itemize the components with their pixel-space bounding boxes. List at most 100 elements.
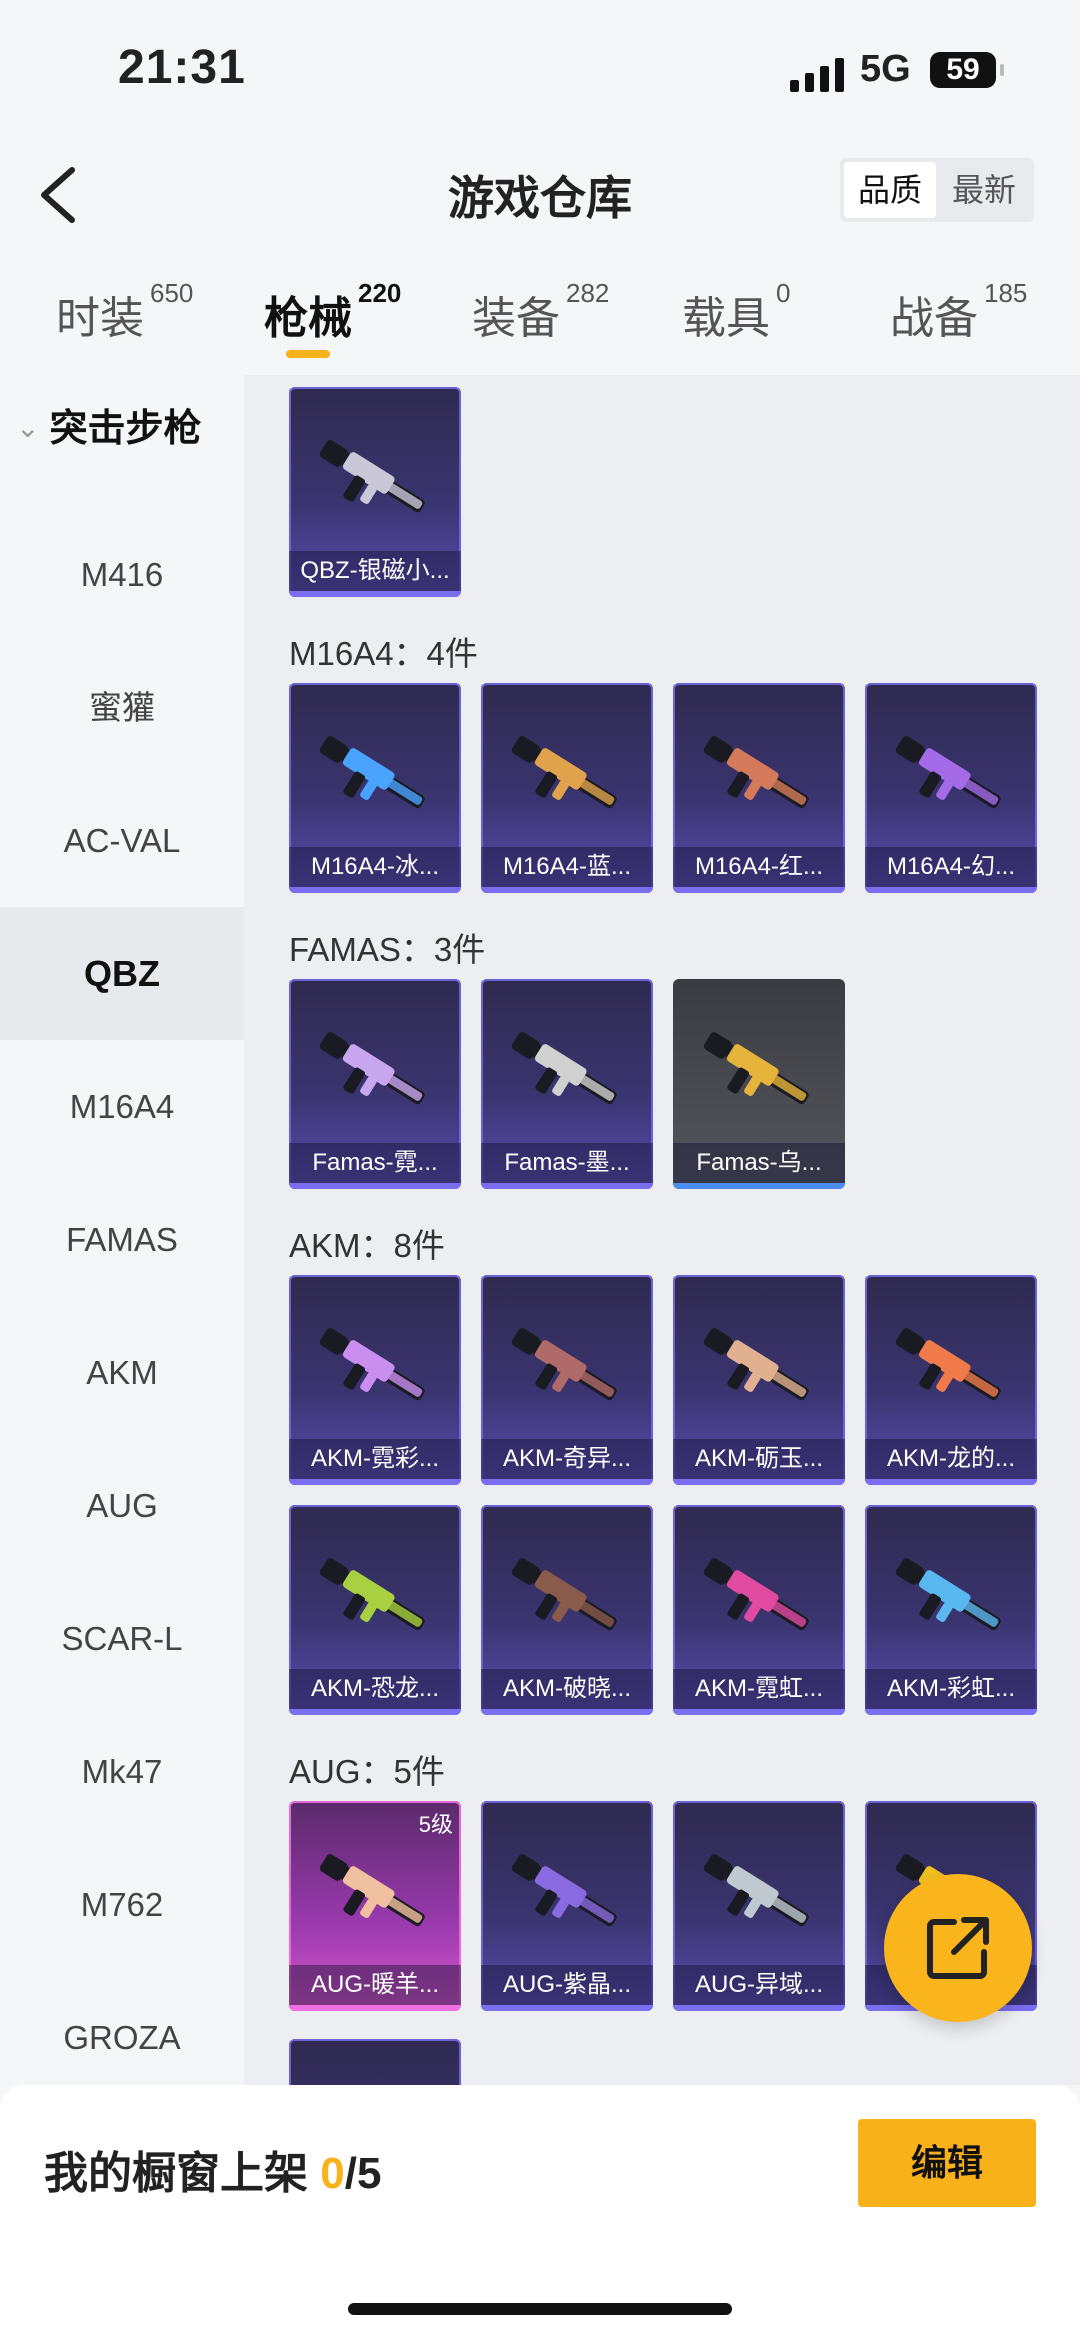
tab-label: 时装 (56, 294, 144, 343)
skin-card[interactable]: AKM-砺玉... (673, 1275, 845, 1485)
skin-card[interactable]: AUG-异域... (673, 1801, 845, 2011)
sidebar-item-honey-badger[interactable]: 蜜獾 (0, 641, 244, 774)
rifle-icon (319, 1032, 425, 1105)
rifle-icon (703, 1328, 809, 1401)
signal-icon (790, 58, 844, 92)
tab-count: 650 (150, 278, 194, 308)
skin-card[interactable]: AKM-霓彩... (289, 1275, 461, 1485)
skin-card[interactable]: M16A4-冰... (289, 683, 461, 893)
skin-card[interactable]: M16A4-蓝... (481, 683, 653, 893)
level-badge: 5级 (418, 1812, 453, 1837)
skin-card[interactable]: AKM-奇异... (481, 1275, 653, 1485)
rifle-icon (703, 736, 809, 809)
sidebar-item-akm[interactable]: AKM (0, 1306, 244, 1439)
skin-card[interactable]: Famas-墨... (481, 979, 653, 1189)
skin-card[interactable]: QBZ-银磁小... (289, 387, 461, 597)
tab-count: 185 (984, 278, 1028, 308)
showcase-label: 我的橱窗上架 (44, 2149, 308, 2198)
skin-card[interactable]: M16A4-幻... (865, 683, 1037, 893)
skin-name: AKM-破晓... (481, 1669, 653, 1709)
skin-card[interactable]: AUG-紫晶... (481, 1801, 653, 2011)
skin-card[interactable]: AKM-龙的... (865, 1275, 1037, 1485)
sidebar-category-header[interactable]: ⌄ 突击步枪 (16, 397, 201, 452)
skin-name: AKM-彩虹... (865, 1669, 1037, 1709)
skin-card[interactable]: Famas-乌... (673, 979, 845, 1189)
skin-name: AKM-霓虹... (673, 1669, 845, 1709)
sidebar-item-ac-val[interactable]: AC-VAL (0, 774, 244, 907)
skin-card[interactable] (289, 2039, 461, 2085)
group-title: AUG：5件 (289, 1753, 445, 1790)
showcase-current-count: 0 (320, 2149, 345, 2198)
group-title: AKM：8件 (289, 1227, 445, 1264)
category-tabs: 时装650 枪械220 装备282 载具0 战备185 (0, 270, 1080, 370)
skin-name: Famas-乌... (673, 1143, 845, 1183)
sort-newest-button[interactable]: 最新 (938, 162, 1030, 218)
showcase-status: 我的橱窗上架 0/5 (44, 2137, 381, 2201)
rifle-icon (511, 736, 617, 809)
tab-count: 282 (566, 278, 610, 308)
skin-name: M16A4-冰... (289, 847, 461, 887)
edit-button[interactable]: 编辑 (858, 2119, 1036, 2207)
nav-bar: 游戏仓库 品质 最新 (0, 140, 1080, 250)
tab-fashion[interactable]: 时装650 (56, 278, 193, 346)
rifle-icon (511, 1854, 617, 1927)
skin-name: M16A4-红... (673, 847, 845, 887)
sidebar-item-famas[interactable]: FAMAS (0, 1173, 244, 1306)
tab-supplies[interactable]: 战备185 (890, 278, 1027, 346)
rifle-icon (895, 736, 1001, 809)
rifle-icon (319, 1854, 425, 1927)
skin-name: AUG-暖羊... (289, 1965, 461, 2005)
sidebar-item-m16a4[interactable]: M16A4 (0, 1040, 244, 1173)
sidebar-item-scar-l[interactable]: SCAR-L (0, 1572, 244, 1705)
rifle-icon (703, 1032, 809, 1105)
tab-count: 220 (358, 278, 402, 308)
sidebar-item-m762[interactable]: M762 (0, 1838, 244, 1971)
skin-name: AKM-奇异... (481, 1439, 653, 1479)
status-bar: 21:31 5G 59 (0, 0, 1080, 140)
rifle-icon (319, 440, 425, 513)
share-button[interactable] (884, 1874, 1032, 2022)
tab-label: 战备 (890, 294, 978, 343)
tab-label: 载具 (682, 294, 770, 343)
skin-card[interactable]: AKM-破晓... (481, 1505, 653, 1715)
tab-label: 装备 (472, 294, 560, 343)
skin-card[interactable]: Famas-霓... (289, 979, 461, 1189)
sidebar-header-label: 突击步枪 (49, 408, 202, 450)
bottom-showcase-bar: 我的橱窗上架 0/5 编辑 (0, 2085, 1080, 2337)
weapon-skin-grid: QBZ-银磁小... M16A4：4件 M16A4-冰... M16A4-蓝... M1… (244, 375, 1080, 2085)
weapon-sidebar: ⌄ 突击步枪 M416 蜜獾 AC-VAL QBZ M16A4 FAMAS AKM… (0, 375, 244, 2085)
rifle-icon (511, 1328, 617, 1401)
tab-firearms[interactable]: 枪械220 (264, 278, 401, 346)
skin-card[interactable]: AKM-恐龙... (289, 1505, 461, 1715)
battery-icon: 59 (930, 52, 1004, 88)
sort-quality-button[interactable]: 品质 (844, 162, 936, 218)
skin-name: M16A4-蓝... (481, 847, 653, 887)
rifle-icon (511, 1558, 617, 1631)
rifle-icon (319, 736, 425, 809)
rifle-icon (319, 1558, 425, 1631)
skin-name: M16A4-幻... (865, 847, 1037, 887)
tab-label: 枪械 (264, 294, 352, 343)
rifle-icon (319, 1328, 425, 1401)
skin-name: Famas-霓... (289, 1143, 461, 1183)
sidebar-item-aug[interactable]: AUG (0, 1439, 244, 1572)
group-title: M16A4：4件 (289, 635, 478, 672)
tab-equipment[interactable]: 装备282 (472, 278, 609, 346)
active-tab-indicator (286, 350, 330, 358)
skin-name: AKM-砺玉... (673, 1439, 845, 1479)
sidebar-item-m416[interactable]: M416 (0, 508, 244, 641)
rifle-icon (511, 1032, 617, 1105)
skin-card[interactable]: M16A4-红... (673, 683, 845, 893)
skin-name: AKM-霓彩... (289, 1439, 461, 1479)
skin-name: AUG-异域... (673, 1965, 845, 2005)
skin-name: AKM-恐龙... (289, 1669, 461, 1709)
tab-vehicles[interactable]: 载具0 (682, 278, 790, 346)
rifle-icon (895, 1558, 1001, 1631)
group-title: FAMAS：3件 (289, 931, 486, 968)
sidebar-item-mk47[interactable]: Mk47 (0, 1705, 244, 1838)
skin-card[interactable]: AKM-彩虹... (865, 1505, 1037, 1715)
skin-card[interactable]: AKM-霓虹... (673, 1505, 845, 1715)
sidebar-item-qbz[interactable]: QBZ (0, 907, 244, 1040)
chevron-down-icon: ⌄ (16, 412, 40, 443)
skin-card[interactable]: AUG-暖羊... 5级 (289, 1801, 461, 2011)
